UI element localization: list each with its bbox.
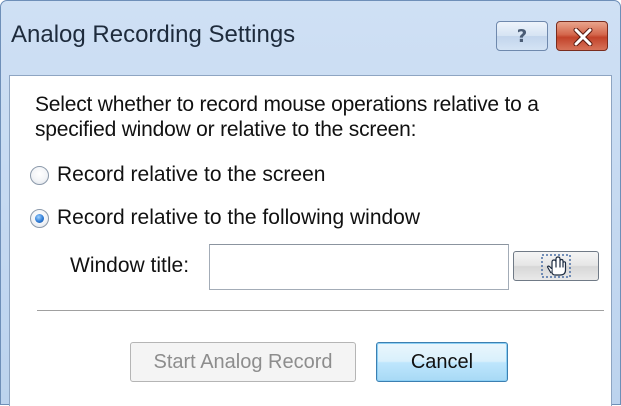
title-bar[interactable]: Analog Recording Settings ? [1,1,620,75]
help-button[interactable]: ? [496,21,548,51]
radio-record-relative-window[interactable]: Record relative to the following window [30,204,420,232]
dialog-client-area: Select whether to record mouse operation… [9,75,612,406]
radio-button-checked[interactable] [30,208,49,228]
pointing-hand-finder-icon [541,254,571,278]
window-title-label: Window title: [70,254,190,277]
window-title: Analog Recording Settings [11,21,296,48]
close-button[interactable] [556,21,608,51]
window-picker-button[interactable] [513,251,599,281]
dialog-window: Analog Recording Settings ? Select wheth… [0,0,621,406]
radio-record-relative-screen[interactable]: Record relative to the screen [30,161,325,189]
cancel-button[interactable]: Cancel [376,342,508,382]
separator-line [37,310,604,312]
instruction-text: Select whether to record mouse operation… [35,93,539,141]
question-mark-icon: ? [516,25,528,47]
close-icon [573,28,593,46]
radio-button-unchecked[interactable] [30,165,49,185]
radio-label-window: Record relative to the following window [57,206,421,229]
radio-label-screen: Record relative to the screen [57,163,326,186]
window-title-input[interactable] [209,244,509,290]
start-analog-record-button[interactable]: Start Analog Record [130,342,356,382]
